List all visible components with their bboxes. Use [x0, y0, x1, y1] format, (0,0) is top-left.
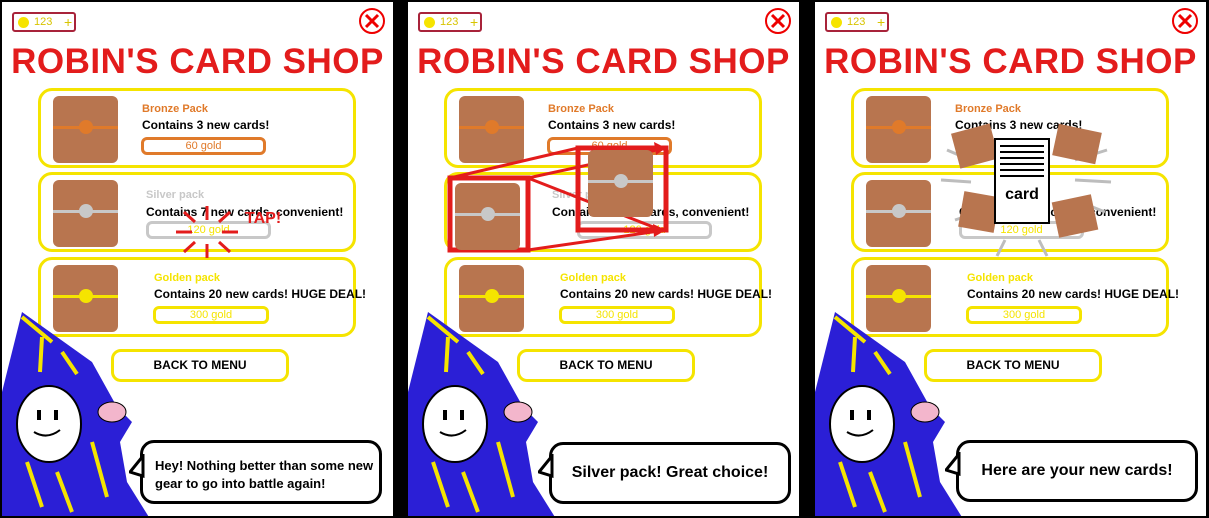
- add-coins-icon[interactable]: +: [877, 14, 885, 30]
- close-button[interactable]: [359, 8, 385, 34]
- bubble-tail-icon: [538, 454, 554, 478]
- dialogue-text: Hey! Nothing better than some new gear t…: [155, 458, 374, 491]
- pack-name: Bronze Pack: [142, 103, 209, 115]
- dialogue-bubble: Silver pack! Great choice!: [549, 442, 791, 504]
- pack-name: Bronze Pack: [548, 103, 615, 115]
- shop-panel-1: 123 + ROBIN'S CARD SHOP Bronze Pack Cont…: [2, 2, 393, 516]
- shop-title: ROBIN'S CARD SHOP: [417, 42, 790, 81]
- price-button[interactable]: 60 gold: [141, 137, 266, 155]
- silver-chest-icon: [455, 183, 520, 250]
- shop-panel-2: 123 + ROBIN'S CARD SHOP Bronze Pack Cont…: [408, 2, 799, 516]
- close-button[interactable]: [1172, 8, 1198, 34]
- shop-title: ROBIN'S CARD SHOP: [824, 42, 1197, 81]
- tap-label: TAP!: [245, 210, 282, 227]
- tap-burst-icon: [176, 206, 238, 258]
- silver-chest-icon: [866, 180, 931, 247]
- pack-desc: Contains 20 new cards! HUGE DEAL!: [967, 287, 1180, 301]
- silver-chest-zoomed-icon: [588, 150, 653, 217]
- close-icon: [364, 13, 380, 29]
- pack-name: Golden pack: [560, 272, 627, 284]
- add-coins-icon[interactable]: +: [64, 14, 72, 30]
- wizard-robin-icon: [408, 312, 555, 516]
- pack-bronze[interactable]: Bronze Pack Contains 3 new cards! 60 gol…: [38, 88, 356, 168]
- coin-value: 123: [847, 16, 866, 28]
- pack-desc: Contains 3 new cards!: [548, 118, 676, 132]
- dialogue-text: Silver pack! Great choice!: [571, 464, 769, 481]
- wizard-robin-icon: [815, 312, 962, 516]
- shop-panel-3: 123 + ROBIN'S CARD SHOP Bronze Pack Cont…: [815, 2, 1206, 516]
- card-stack-icon: [1000, 145, 1044, 177]
- coin-icon: [424, 17, 435, 28]
- bronze-chest-icon: [866, 96, 931, 163]
- pack-desc: Contains 20 new cards! HUGE DEAL!: [560, 287, 773, 301]
- bronze-chest-icon: [53, 96, 118, 163]
- coin-counter[interactable]: 123 +: [825, 12, 889, 32]
- coin-value: 123: [34, 16, 53, 28]
- coin-counter[interactable]: 123 +: [418, 12, 482, 32]
- price-button[interactable]: 300 gold: [153, 306, 269, 324]
- price-button[interactable]: 300 gold: [559, 306, 675, 324]
- coin-counter[interactable]: 123 +: [12, 12, 76, 32]
- wizard-robin-icon: [2, 312, 149, 516]
- pack-desc: Contains 3 new cards!: [142, 118, 270, 132]
- coin-value: 123: [440, 16, 459, 28]
- close-button[interactable]: [765, 8, 791, 34]
- add-coins-icon[interactable]: +: [470, 14, 478, 30]
- dialogue-text: Here are your new cards!: [981, 462, 1173, 479]
- silver-chest-icon: [53, 180, 118, 247]
- pack-name: Golden pack: [967, 272, 1034, 284]
- pack-name: Silver pack: [146, 189, 205, 201]
- pack-name: Bronze Pack: [955, 103, 1022, 115]
- pack-name: Golden pack: [154, 272, 221, 284]
- card-label: card: [1005, 186, 1039, 203]
- dialogue-bubble: Hey! Nothing better than some new gear t…: [140, 440, 382, 504]
- dialogue-bubble: Here are your new cards!: [956, 440, 1198, 502]
- close-icon: [770, 13, 786, 29]
- price-button[interactable]: 300 gold: [966, 306, 1082, 324]
- pack-desc: Contains 20 new cards! HUGE DEAL!: [154, 287, 367, 301]
- close-icon: [1177, 13, 1193, 29]
- coin-icon: [831, 17, 842, 28]
- bubble-tail-icon: [129, 454, 145, 478]
- new-card[interactable]: card: [994, 138, 1050, 224]
- shop-title: ROBIN'S CARD SHOP: [11, 42, 384, 81]
- bubble-tail-icon: [945, 452, 961, 476]
- coin-icon: [18, 17, 29, 28]
